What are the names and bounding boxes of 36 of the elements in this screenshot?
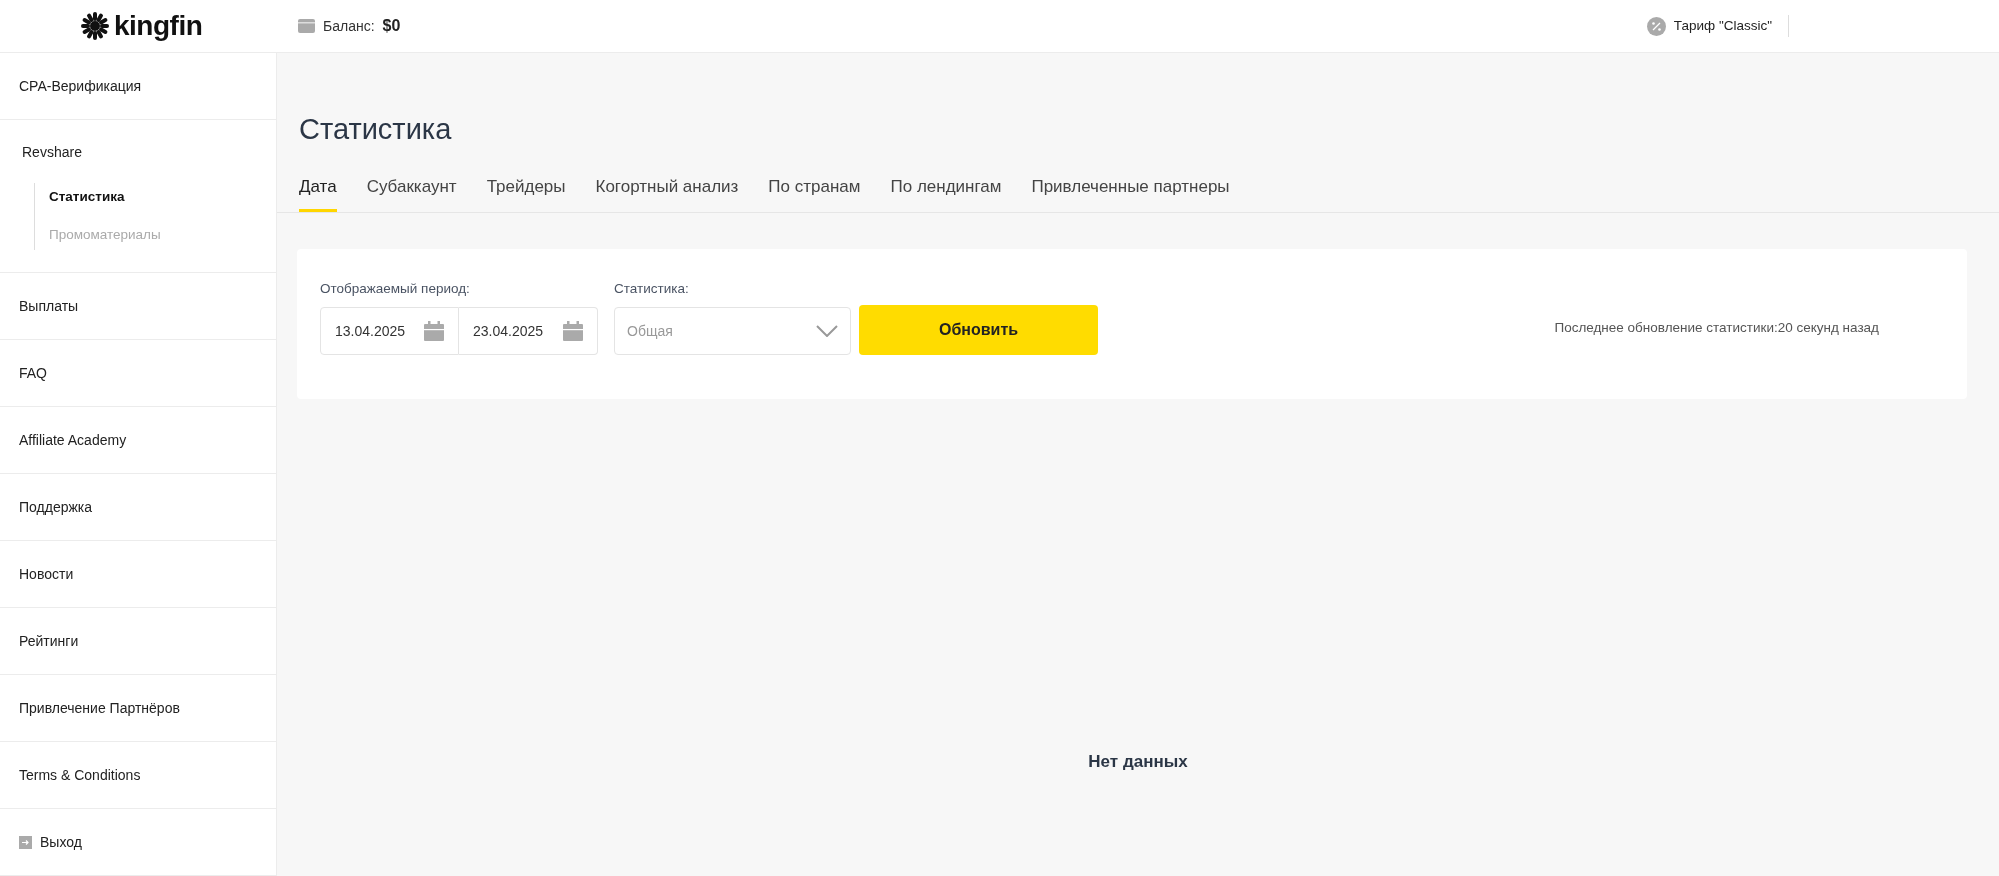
tariff-label[interactable]: Тариф "Classic" bbox=[1673, 15, 1789, 37]
calendar-icon[interactable] bbox=[563, 321, 583, 342]
balance-value: $0 bbox=[382, 16, 401, 36]
tab[interactable]: Когортный анализ bbox=[595, 173, 739, 212]
calendar-icon[interactable] bbox=[424, 321, 444, 342]
tab[interactable]: По лендингам bbox=[890, 173, 1002, 212]
tab[interactable]: Субаккаунт bbox=[366, 173, 457, 212]
sidebar-item[interactable]: Revshare bbox=[22, 144, 82, 160]
percent-icon bbox=[1646, 16, 1666, 36]
wallet-icon bbox=[298, 19, 315, 33]
period-label: Отображаемый период: bbox=[320, 280, 471, 298]
page-title: Статистика bbox=[299, 112, 453, 147]
sidebar-item[interactable]: Поддержка bbox=[19, 496, 93, 518]
empty-message: Нет данных bbox=[1088, 752, 1188, 772]
sidebar-subitem[interactable]: Статистика bbox=[49, 183, 276, 212]
sidebar-item[interactable]: Привлечение Партнёров bbox=[19, 697, 180, 719]
logo-icon bbox=[80, 11, 110, 41]
tab[interactable]: Трейдеры bbox=[486, 173, 566, 212]
logo-text[interactable]: kingfin bbox=[114, 5, 203, 47]
sidebar-item[interactable]: FAQ bbox=[19, 362, 47, 384]
logout-icon bbox=[19, 835, 32, 849]
balance-label: Баланс: bbox=[323, 16, 375, 36]
tab[interactable]: Дата bbox=[299, 173, 337, 212]
sidebar-item[interactable]: Новости bbox=[19, 563, 74, 585]
tab[interactable]: Привлеченные партнеры bbox=[1031, 173, 1230, 212]
sidebar-item[interactable]: Рейтинги bbox=[19, 630, 79, 652]
logout-link[interactable]: Выход bbox=[40, 831, 82, 853]
sidebar-item[interactable]: Выплаты bbox=[19, 295, 79, 317]
last-update-text: Последнее обновление статистики:20 секунд назад bbox=[1554, 319, 1879, 337]
statistics-label: Статистика: bbox=[614, 280, 690, 298]
sidebar-item[interactable]: Affiliate Academy bbox=[19, 429, 127, 451]
sidebar-item[interactable]: Terms & Conditions bbox=[19, 764, 141, 786]
sidebar-item[interactable]: CPA-Верификация bbox=[19, 75, 142, 97]
chevron-down-icon bbox=[816, 325, 838, 338]
refresh-button[interactable]: Обновить bbox=[859, 305, 1098, 356]
tab[interactable]: По странам bbox=[768, 173, 861, 212]
